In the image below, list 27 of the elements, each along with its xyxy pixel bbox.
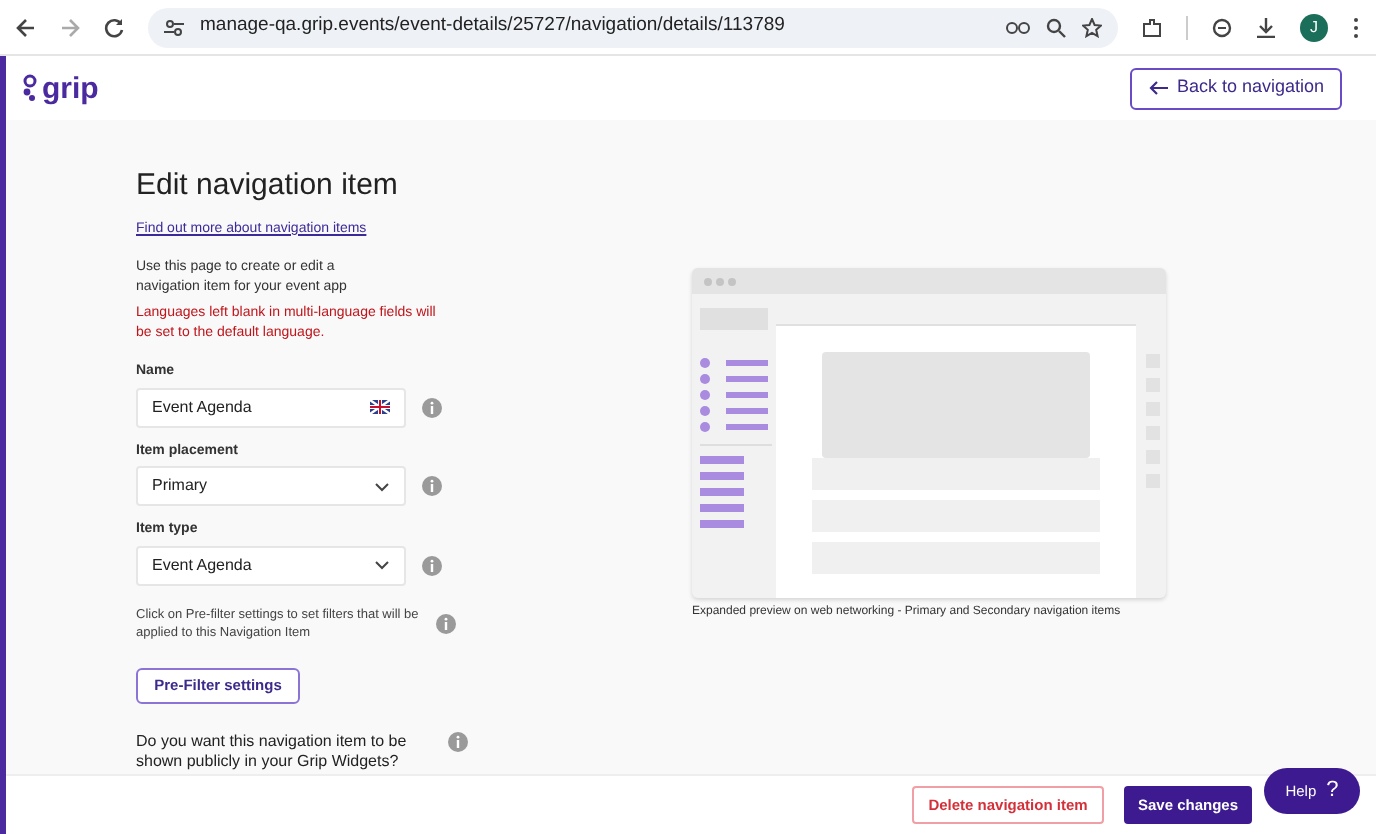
arrow-left-icon bbox=[1148, 80, 1169, 96]
address-bar[interactable]: manage-qa.grip.events/event-details/25727/navigation/details/113789 bbox=[148, 7, 1118, 47]
more-icon[interactable] bbox=[1352, 15, 1360, 39]
info-icon bbox=[422, 397, 442, 418]
info-icon bbox=[448, 731, 468, 752]
star-icon[interactable] bbox=[1082, 17, 1102, 37]
public-question: Do you want this navigation item to be shown publicly in your Grip Widgets? bbox=[136, 731, 409, 772]
back-arrow-icon[interactable] bbox=[16, 17, 36, 37]
logo-text: grip bbox=[42, 73, 99, 103]
select-field[interactable]: Event Agenda bbox=[136, 545, 406, 586]
zoom-icon[interactable] bbox=[1046, 17, 1066, 37]
info-icon bbox=[436, 614, 456, 635]
logo-icon bbox=[22, 74, 38, 102]
back-button[interactable]: Back to navigation bbox=[1130, 67, 1342, 109]
profile-avatar[interactable]: J bbox=[1300, 13, 1328, 41]
info-icon bbox=[422, 555, 442, 576]
select-field[interactable]: Primary bbox=[136, 466, 406, 507]
input-field[interactable]: Event Agenda bbox=[136, 387, 406, 428]
info-icon bbox=[422, 476, 442, 497]
site-settings-icon bbox=[164, 17, 184, 37]
page-title: Edit navigation item bbox=[136, 168, 400, 206]
url-text: manage-qa.grip.events/event-details/25727/navigation/details/113789 bbox=[200, 12, 787, 41]
chevron-down-icon bbox=[374, 481, 390, 492]
download-icon[interactable] bbox=[1256, 17, 1276, 37]
chevron-down-icon bbox=[374, 560, 390, 571]
flag-icon bbox=[370, 400, 390, 415]
reload-icon[interactable] bbox=[104, 17, 124, 37]
